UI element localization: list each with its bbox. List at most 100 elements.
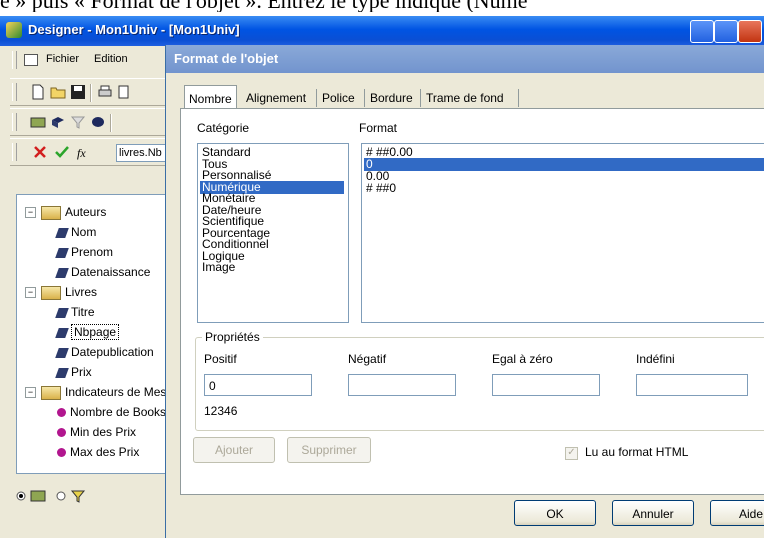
- tab-separator: [518, 89, 519, 107]
- collapse-toggle-icon[interactable]: −: [25, 387, 36, 398]
- supprimer-button[interactable]: Supprimer: [287, 437, 371, 463]
- window-title: Designer - Mon1Univ - [Mon1Univ]: [28, 22, 240, 37]
- dimension-icon: [55, 347, 69, 358]
- tree-item[interactable]: Datenaissance: [55, 263, 150, 281]
- tree-item-label: Prenom: [71, 245, 114, 259]
- tree-item[interactable]: Datepublication: [55, 343, 154, 361]
- tree-item[interactable]: Auteurs: [41, 203, 106, 221]
- classes-view-icon[interactable]: [30, 488, 46, 504]
- proprietes-title: Propriétés: [202, 330, 263, 344]
- insert-class-icon[interactable]: [30, 114, 46, 130]
- class-folder-icon: [41, 205, 61, 220]
- dimension-icon: [55, 327, 69, 338]
- tree-item-label: Nbpage: [71, 324, 120, 340]
- tree-item-label: Indicateurs de Mesure: [65, 385, 167, 399]
- document-menu-icon[interactable]: [24, 54, 38, 66]
- save-icon[interactable]: [70, 84, 86, 100]
- egal-a-zero-label: Egal à zéro: [492, 352, 553, 366]
- tree-item[interactable]: Min des Prix: [57, 423, 136, 441]
- tab-nombre[interactable]: Nombre: [184, 85, 237, 110]
- tree-item[interactable]: Max des Prix: [57, 443, 139, 461]
- filter-icon[interactable]: [70, 114, 86, 130]
- nombre-tab-panel: Catégorie Format Standard Tous Personnalis…: [180, 108, 764, 495]
- tree-item-label: Nom: [71, 225, 97, 239]
- class-folder-icon: [41, 285, 61, 300]
- window-titlebar[interactable]: Designer - Mon1Univ - [Mon1Univ]: [0, 16, 764, 46]
- class-folder-icon: [41, 385, 61, 400]
- insert-object-icon[interactable]: [50, 114, 66, 130]
- tab-trame-de-fond[interactable]: Trame de fond: [422, 87, 508, 109]
- collapse-toggle-icon[interactable]: −: [25, 287, 36, 298]
- html-format-checkbox[interactable]: ✓: [565, 447, 578, 460]
- standard-toolbar: [10, 78, 175, 106]
- measure-icon: [57, 428, 66, 438]
- format-object-dialog: Format de l'objet Nombre Alignement Poli…: [165, 45, 764, 538]
- tree-view-switcher: [16, 486, 166, 506]
- tab-separator: [316, 89, 317, 107]
- menu-edition[interactable]: Edition: [94, 53, 128, 65]
- tree-item[interactable]: Nbpage: [55, 323, 120, 341]
- conditions-filter-icon[interactable]: [70, 488, 86, 504]
- tree-item[interactable]: Prix: [55, 363, 92, 381]
- svg-text:fx: fx: [77, 146, 86, 160]
- tree-item[interactable]: Indicateurs de Mesure: [41, 383, 167, 401]
- format-label: Format: [359, 121, 398, 135]
- menu-fichier[interactable]: Fichier: [46, 53, 79, 65]
- tree-item[interactable]: Livres: [41, 283, 97, 301]
- category-item[interactable]: Image: [200, 261, 344, 274]
- tab-separator: [420, 89, 421, 107]
- minimize-button[interactable]: [690, 20, 714, 43]
- annuler-button[interactable]: Annuler: [612, 500, 694, 526]
- function-fx-icon[interactable]: fx: [76, 144, 92, 160]
- negatif-input[interactable]: [348, 374, 456, 396]
- validate-check-icon[interactable]: [54, 144, 70, 160]
- egal-a-zero-input[interactable]: [492, 374, 600, 396]
- format-list[interactable]: # ##0.00 0 0.00 # ##0: [361, 143, 764, 323]
- toolbar-grip-3[interactable]: [12, 143, 17, 161]
- dimension-icon: [55, 247, 69, 258]
- tree-item[interactable]: Titre: [55, 303, 95, 321]
- proprietes-group: Propriétés Positif Négatif Egal à zéro I…: [195, 330, 764, 431]
- preview-icon[interactable]: [117, 84, 133, 100]
- close-button[interactable]: [738, 20, 762, 43]
- ajouter-button[interactable]: Ajouter: [193, 437, 275, 463]
- dialog-titlebar[interactable]: Format de l'objet: [166, 45, 764, 73]
- measure-icon: [57, 448, 66, 458]
- toolbar-grip-2[interactable]: [12, 113, 17, 131]
- open-folder-icon[interactable]: [50, 84, 66, 100]
- hierarchy-icon[interactable]: [90, 114, 106, 130]
- tree-item[interactable]: Prenom: [55, 243, 114, 261]
- tab-alignement[interactable]: Alignement: [242, 87, 310, 109]
- universe-tree-panel: − Auteurs Nom Prenom Datenaissance − Livres Tit…: [16, 194, 168, 474]
- indefini-label: Indéfini: [636, 352, 675, 366]
- tree-item-label: Min des Prix: [70, 425, 137, 439]
- toolbar-grip[interactable]: [12, 83, 17, 101]
- category-list[interactable]: Standard Tous Personnalisé Numérique Monétai…: [197, 143, 349, 323]
- positif-input[interactable]: 0: [204, 374, 312, 396]
- tab-bordure[interactable]: Bordure: [366, 87, 417, 109]
- dimension-icon: [55, 227, 69, 238]
- format-item[interactable]: # ##0: [364, 182, 764, 195]
- indefini-input[interactable]: [636, 374, 748, 396]
- tree-item[interactable]: Nombre de Books: [57, 403, 166, 421]
- negatif-label: Négatif: [348, 352, 387, 366]
- measure-icon: [57, 408, 66, 418]
- new-document-icon[interactable]: [30, 84, 46, 100]
- cancel-x-icon[interactable]: [32, 144, 48, 160]
- print-icon[interactable]: [97, 84, 113, 100]
- designer-app-icon: [6, 22, 22, 38]
- tree-item-label: Prix: [71, 365, 92, 379]
- tree-item-label: Datepublication: [71, 345, 154, 359]
- tab-police[interactable]: Police: [318, 87, 359, 109]
- positif-label: Positif: [204, 352, 237, 366]
- tree-item[interactable]: Nom: [55, 223, 97, 241]
- ok-button[interactable]: OK: [514, 500, 596, 526]
- format-preview: 12346: [204, 404, 238, 418]
- tree-item-label: Nombre de Books: [70, 405, 167, 419]
- maximize-button[interactable]: [714, 20, 738, 43]
- tree-item-label: Auteurs: [65, 205, 107, 219]
- dimension-icon: [55, 267, 69, 278]
- aide-button[interactable]: Aide: [710, 500, 764, 526]
- collapse-toggle-icon[interactable]: −: [25, 207, 36, 218]
- menubar-grip[interactable]: [12, 51, 17, 69]
